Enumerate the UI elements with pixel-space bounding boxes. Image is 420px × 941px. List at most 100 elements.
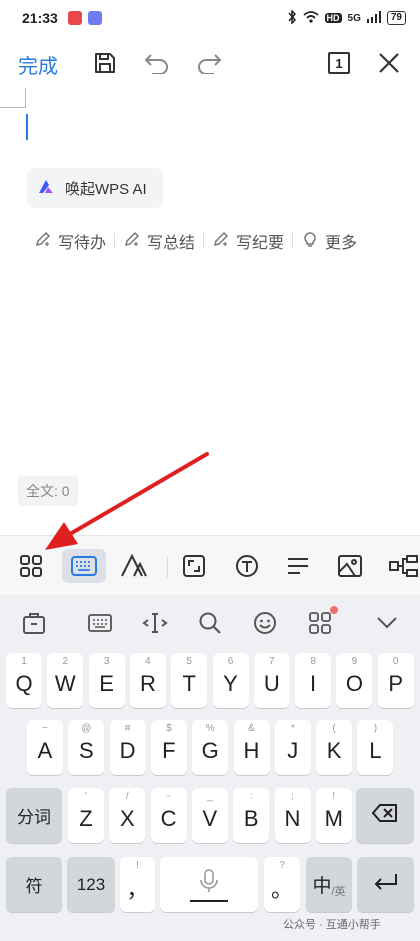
segment-key[interactable]: 分词 bbox=[6, 788, 62, 843]
key-label: B bbox=[243, 805, 259, 831]
key-label: A bbox=[37, 737, 53, 763]
quick-action-todo[interactable]: 写待办 bbox=[34, 229, 106, 253]
key-k[interactable]: (K bbox=[316, 720, 353, 775]
divider bbox=[203, 233, 205, 249]
key-sub-label: $ bbox=[166, 723, 172, 734]
clipboard-icon[interactable] bbox=[20, 609, 48, 637]
save-icon[interactable] bbox=[90, 48, 120, 78]
ime-apps-icon[interactable] bbox=[306, 606, 338, 637]
quick-action-more[interactable]: 更多 bbox=[301, 229, 357, 253]
backspace-icon bbox=[371, 804, 398, 827]
key-sub-label: ? bbox=[279, 860, 285, 871]
wps-ai-label: 唤起WPS AI bbox=[65, 180, 147, 198]
key-sub-label: 6 bbox=[227, 656, 234, 667]
keyboard: 1Q2W3E4R5T6Y7U8I9O0P ~ A @ S # D $ F% G & H * J(K) L … bbox=[0, 651, 420, 941]
cursor-move-icon[interactable] bbox=[141, 609, 169, 637]
page-corner-mark bbox=[0, 88, 26, 108]
key-label: C bbox=[160, 805, 177, 831]
key-t[interactable]: 5T bbox=[171, 653, 208, 708]
text-style-icon[interactable] bbox=[118, 550, 150, 582]
key-label: Z bbox=[79, 805, 93, 831]
text-box-icon[interactable] bbox=[231, 550, 263, 582]
document-editor[interactable]: 唤起WPS AI 写待办 写总结 写纪要 更多 全文: 0 bbox=[0, 88, 420, 533]
image-icon[interactable] bbox=[334, 550, 366, 582]
key-d[interactable]: # D bbox=[109, 720, 146, 775]
key-b[interactable]: :B bbox=[233, 788, 270, 843]
key-label: G bbox=[201, 737, 219, 763]
space-key[interactable] bbox=[160, 857, 258, 912]
key-y[interactable]: 6Y bbox=[212, 653, 249, 708]
quick-action-minutes[interactable]: 写纪要 bbox=[212, 229, 284, 253]
key-label: I bbox=[310, 670, 317, 696]
key-label: S bbox=[78, 737, 94, 763]
mindmap-icon[interactable] bbox=[388, 550, 420, 582]
backspace-key[interactable] bbox=[356, 788, 414, 843]
key-f[interactable]: $ F bbox=[150, 720, 187, 775]
apps-grid-icon[interactable] bbox=[15, 550, 47, 582]
key-a[interactable]: ~ A bbox=[27, 720, 63, 775]
format-toolbar bbox=[0, 535, 420, 595]
align-icon[interactable] bbox=[282, 550, 314, 582]
keyboard-layout-icon[interactable] bbox=[86, 609, 114, 637]
key-sub-label: 2 bbox=[62, 656, 69, 667]
key-label: Q bbox=[15, 670, 33, 696]
key-h[interactable]: & H bbox=[233, 720, 270, 775]
key-sub-label: 9 bbox=[351, 656, 358, 667]
watermark: 公众号 · 互通小帮手 bbox=[283, 919, 381, 931]
key-v[interactable]: _ V bbox=[191, 788, 228, 843]
search-icon[interactable] bbox=[196, 609, 224, 637]
undo-icon[interactable] bbox=[142, 48, 172, 78]
key-label: J bbox=[287, 737, 299, 763]
key-r[interactable]: 4R bbox=[129, 653, 166, 708]
key-o[interactable]: 9O bbox=[336, 653, 373, 708]
ai-pen-icon bbox=[212, 230, 230, 253]
key-n[interactable]: ; N bbox=[274, 788, 311, 843]
emoji-icon[interactable] bbox=[251, 609, 279, 637]
language-toggle-key[interactable]: 中 /英 bbox=[306, 857, 352, 912]
key-label: 中 bbox=[312, 876, 332, 897]
ime-toolbar bbox=[0, 595, 420, 651]
collapse-keyboard-icon[interactable] bbox=[373, 609, 401, 637]
key-q[interactable]: 1Q bbox=[6, 653, 42, 708]
quick-action-summary[interactable]: 写总结 bbox=[123, 229, 195, 253]
key-l[interactable]: ) L bbox=[357, 720, 394, 775]
key-p[interactable]: 0P bbox=[377, 653, 414, 708]
editor-toolbar: 完成 1 bbox=[0, 40, 420, 86]
key-s[interactable]: @ S bbox=[68, 720, 105, 775]
key-c[interactable]: -C bbox=[150, 788, 187, 843]
word-count: 全文: 0 bbox=[18, 476, 78, 506]
key-u[interactable]: 7U bbox=[253, 653, 290, 708]
key-z[interactable]: ' Z bbox=[68, 788, 104, 843]
key-label: N bbox=[284, 805, 301, 831]
key-sub-label: ! bbox=[136, 860, 139, 871]
close-icon[interactable] bbox=[374, 48, 404, 78]
keyboard-toggle-icon[interactable] bbox=[62, 549, 106, 583]
enter-key[interactable] bbox=[357, 857, 414, 912]
wps-ai-button[interactable]: 唤起WPS AI bbox=[27, 168, 163, 208]
expand-icon[interactable] bbox=[178, 550, 210, 582]
signal-icon bbox=[366, 10, 381, 26]
key-j[interactable]: * J bbox=[274, 720, 311, 775]
key-label: H bbox=[243, 737, 260, 763]
key-sub-label: & bbox=[248, 723, 255, 734]
period-key[interactable]: ? 。 bbox=[264, 857, 300, 912]
key-sub-label: 7 bbox=[269, 656, 275, 667]
redo-icon[interactable] bbox=[194, 48, 224, 78]
key-w[interactable]: 2W bbox=[47, 653, 84, 708]
page-count-icon[interactable]: 1 bbox=[324, 48, 354, 78]
number-key[interactable]: 123 bbox=[67, 857, 115, 912]
key-m[interactable]: ! M bbox=[315, 788, 352, 843]
key-label: F bbox=[162, 737, 176, 763]
key-g[interactable]: % G bbox=[192, 720, 229, 775]
key-i[interactable]: 8I bbox=[295, 653, 332, 708]
symbol-key[interactable]: 符 bbox=[6, 857, 62, 912]
key-sub-label: 1 bbox=[21, 656, 27, 667]
key-x[interactable]: / X bbox=[109, 788, 146, 843]
key-sub-label: ' bbox=[85, 791, 87, 802]
done-button[interactable]: 完成 bbox=[18, 50, 58, 79]
key-label: M bbox=[324, 805, 343, 831]
comma-key[interactable]: ! ， bbox=[120, 857, 155, 912]
key-label: T bbox=[182, 670, 196, 696]
key-e[interactable]: 3E bbox=[88, 653, 125, 708]
key-label: ， bbox=[126, 876, 149, 902]
